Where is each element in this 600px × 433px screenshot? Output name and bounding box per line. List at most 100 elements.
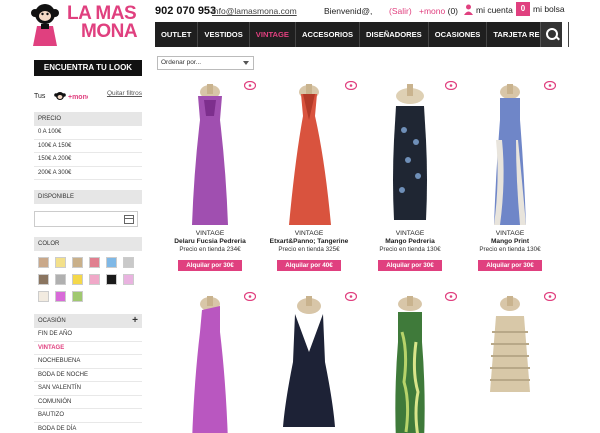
add-mono-icon[interactable]: [544, 292, 556, 301]
product-image[interactable]: [460, 80, 560, 230]
rent-button[interactable]: Alquilar por 40€: [277, 260, 341, 271]
color-swatch[interactable]: [89, 257, 100, 268]
my-bag-label: mi bolsa: [533, 4, 565, 14]
color-swatch[interactable]: [72, 257, 83, 268]
add-mono-icon[interactable]: [445, 81, 457, 90]
nav-vestidos[interactable]: VESTIDOS: [198, 22, 250, 47]
color-swatch[interactable]: [72, 291, 83, 302]
price-option[interactable]: 100€ A 150€: [34, 140, 142, 153]
filter-sidebar: ENCUENTRA TU LOOK Tus +mono Quitar filtr…: [34, 60, 142, 433]
product-card[interactable]: [259, 292, 359, 433]
calendar-icon[interactable]: [124, 215, 134, 224]
product-image[interactable]: [360, 80, 460, 230]
color-swatch[interactable]: [123, 257, 134, 268]
product-store-price: Precio en tienda 130€: [479, 246, 541, 253]
logout-link[interactable]: (Salir): [389, 6, 412, 16]
color-swatch[interactable]: [55, 274, 66, 285]
main-nav: OUTLET VESTIDOS VINTAGE ACCESORIOS DISEÑ…: [155, 22, 596, 47]
nav-blog[interactable]: BLOG: [569, 22, 600, 47]
dress-image: [289, 84, 331, 225]
color-swatch[interactable]: [55, 257, 66, 268]
mono-plus-label: +mono: [419, 6, 446, 16]
product-image[interactable]: [259, 80, 359, 230]
product-image[interactable]: [360, 292, 460, 433]
user-icon: [464, 4, 473, 15]
expand-plus-icon[interactable]: +: [132, 314, 138, 328]
color-swatch[interactable]: [38, 274, 49, 285]
add-mono-icon[interactable]: [345, 292, 357, 301]
add-mono-icon[interactable]: [445, 292, 457, 301]
occasion-option[interactable]: BODA DE NOCHE: [34, 369, 142, 382]
nav-disenadores[interactable]: DISEÑADORES: [360, 22, 429, 47]
clear-filters-link[interactable]: Quitar filtros: [107, 90, 142, 97]
product-image[interactable]: [160, 80, 260, 230]
product-image[interactable]: [460, 292, 560, 433]
nav-vintage[interactable]: VINTAGE: [250, 22, 296, 47]
search-icon[interactable]: [540, 22, 562, 47]
product-card[interactable]: VINTAGE Mango Print Precio en tienda 130…: [460, 80, 560, 272]
product-name[interactable]: Delaru Fucsia Pedreria: [160, 238, 260, 246]
add-mono-icon[interactable]: [244, 292, 256, 301]
color-swatch[interactable]: [55, 291, 66, 302]
occasion-filter-heading[interactable]: OCASIÓN +: [34, 314, 142, 328]
email-link[interactable]: info@lamasmona.com: [212, 6, 297, 16]
welcome-text: Bienvenid@,: [324, 6, 373, 16]
occasion-option[interactable]: SAN VALENTÍN: [34, 382, 142, 396]
occasion-option[interactable]: BODA DE DÍA: [34, 423, 142, 433]
nav-outlet[interactable]: OUTLET: [155, 22, 199, 47]
color-swatch[interactable]: [38, 291, 49, 302]
sort-select[interactable]: Ordenar por...: [157, 56, 254, 70]
product-category: VINTAGE: [395, 230, 425, 237]
dress-image: [395, 296, 425, 433]
color-swatch[interactable]: [38, 257, 49, 268]
product-name[interactable]: Mango Pedreria: [360, 238, 460, 246]
my-account-label: mi cuenta: [476, 4, 513, 15]
mono-count[interactable]: +mono (0): [419, 6, 458, 16]
find-your-look-button[interactable]: ENCUENTRA TU LOOK: [34, 60, 142, 76]
add-mono-icon[interactable]: [244, 81, 256, 90]
product-card[interactable]: [460, 292, 560, 433]
my-bag-link[interactable]: 0 mi bolsa: [516, 2, 565, 16]
rent-button[interactable]: Alquilar por 30€: [178, 260, 242, 271]
color-swatch[interactable]: [123, 274, 134, 285]
occasion-option[interactable]: BAUTIZO: [34, 409, 142, 423]
product-name[interactable]: Mango Print: [460, 238, 560, 246]
availability-date-field[interactable]: [34, 211, 138, 227]
price-option[interactable]: 200€ A 300€: [34, 167, 142, 180]
color-filter-heading[interactable]: COLOR: [34, 237, 142, 251]
dress-image: [490, 296, 530, 392]
occasion-option[interactable]: COMUNIÓN: [34, 396, 142, 409]
occasion-option[interactable]: FIN DE AÑO: [34, 328, 142, 342]
site-logo[interactable]: LA MAS MONA: [27, 2, 147, 48]
available-filter-heading[interactable]: DISPONIBLE: [34, 190, 142, 204]
product-image[interactable]: [160, 292, 260, 433]
nav-ocasiones[interactable]: OCASIONES: [429, 22, 488, 47]
product-card[interactable]: [360, 292, 460, 433]
price-option[interactable]: 150€ A 200€: [34, 153, 142, 167]
mono-logo-icon[interactable]: +mono: [54, 90, 88, 102]
product-card[interactable]: VINTAGE Etxart&Panno; Tangerine Precio e…: [259, 80, 359, 272]
product-name[interactable]: Etxart&Panno; Tangerine: [259, 238, 359, 246]
product-image[interactable]: [259, 292, 359, 433]
dress-image: [192, 84, 228, 225]
occasion-option[interactable]: NOCHEBUENA: [34, 355, 142, 369]
add-mono-icon[interactable]: [345, 81, 357, 90]
dress-image: [494, 84, 526, 225]
rent-button[interactable]: Alquilar por 30€: [478, 260, 542, 271]
product-card[interactable]: [160, 292, 260, 433]
color-swatch[interactable]: [106, 257, 117, 268]
nav-accesorios[interactable]: ACCESORIOS: [296, 22, 361, 47]
product-card[interactable]: VINTAGE Mango Pedreria Precio en tienda …: [360, 80, 460, 272]
color-swatch[interactable]: [89, 274, 100, 285]
color-swatch[interactable]: [106, 274, 117, 285]
my-account-link[interactable]: mi cuenta: [464, 4, 513, 15]
price-option[interactable]: 0 A 100€: [34, 126, 142, 140]
add-mono-icon[interactable]: [544, 81, 556, 90]
occasion-option-active[interactable]: VINTAGE: [34, 342, 142, 355]
rent-button[interactable]: Alquilar por 30€: [378, 260, 442, 271]
logo-text: LA MAS MONA: [67, 3, 138, 42]
product-card[interactable]: VINTAGE Delaru Fucsia Pedreria Precio en…: [160, 80, 260, 272]
tus-label: Tus: [34, 93, 46, 100]
price-filter-heading[interactable]: PRECIO: [34, 112, 142, 126]
color-swatch[interactable]: [72, 274, 83, 285]
